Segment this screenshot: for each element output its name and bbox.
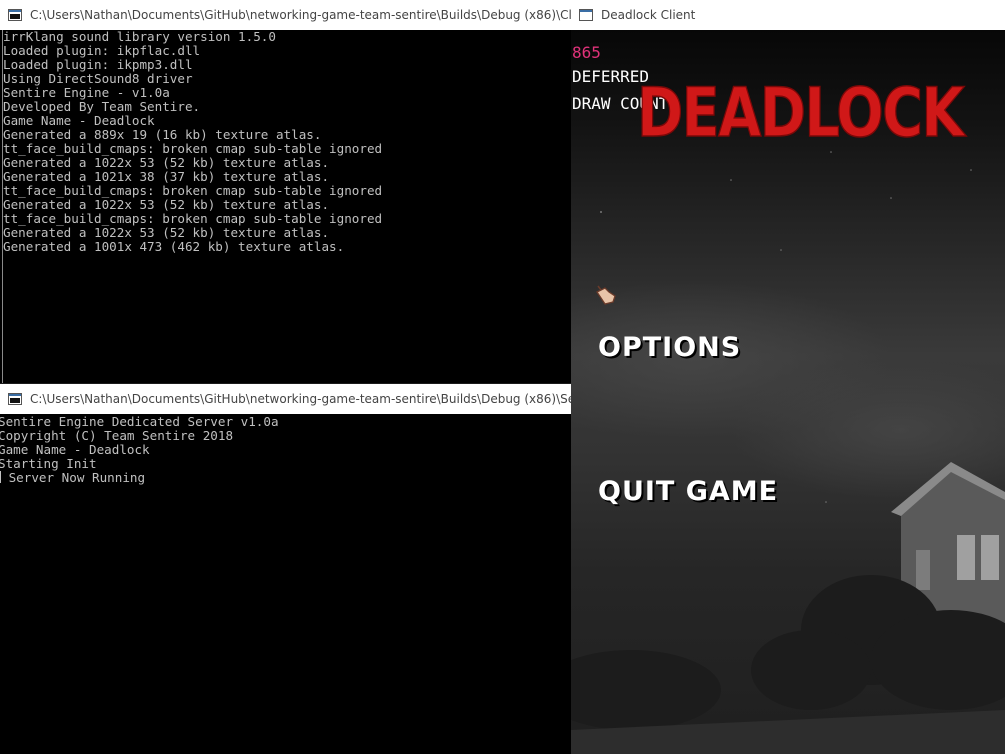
console-line-text: Server Now Running: [1, 470, 146, 485]
server-console-window[interactable]: C:\Users\Nathan\Documents\GitHub\network…: [0, 384, 571, 754]
client-window-title: C:\Users\Nathan\Documents\GitHub\network…: [30, 8, 571, 22]
console-line: Generated a 889x 19 (16 kb) texture atla…: [3, 127, 322, 142]
console-line: Generated a 1022x 53 (52 kb) texture atl…: [3, 197, 330, 212]
console-line: Game Name - Deadlock: [3, 113, 155, 128]
console-app-icon: [8, 393, 22, 405]
console-line: Sentire Engine Dedicated Server v1.0a: [0, 415, 279, 429]
game-titlebar[interactable]: Deadlock Client: [571, 0, 1005, 30]
console-line: Generated a 1021x 38 (37 kb) texture atl…: [3, 169, 330, 184]
server-titlebar[interactable]: C:\Users\Nathan\Documents\GitHub\network…: [0, 384, 571, 414]
console-line: Generated a 1022x 53 (52 kb) texture atl…: [3, 225, 330, 240]
console-line: tt_face_build_cmaps: broken cmap sub-tab…: [3, 183, 383, 198]
fps-counter: 865: [572, 43, 601, 62]
quit-game-button[interactable]: QUIT GAME: [598, 476, 778, 507]
game-scene[interactable]: 865 DEFERRED DRAW COUNT: 8 DEADLOCK OPTI…: [571, 30, 1005, 754]
console-line: Generated a 1001x 473 (462 kb) texture a…: [3, 239, 345, 254]
console-line: Starting Init: [0, 456, 97, 471]
server-console-output: Sentire Engine Dedicated Server v1.0a Cop…: [0, 415, 571, 754]
console-line: Server Now Running: [0, 471, 571, 485]
console-line: Sentire Engine - v1.0a: [3, 85, 170, 100]
client-console-window[interactable]: C:\Users\Nathan\Documents\GitHub\network…: [0, 0, 572, 383]
console-line: Developed By Team Sentire.: [3, 99, 201, 114]
game-window[interactable]: Deadlock Client 865 DEFERRED DRAW COUNT:…: [571, 0, 1005, 754]
console-line: Loaded plugin: ikpmp3.dll: [3, 57, 193, 72]
app-window-icon: [579, 9, 593, 21]
console-line: Generated a 1022x 53 (52 kb) texture atl…: [3, 155, 330, 170]
console-line: Copyright (C) Team Sentire 2018: [0, 428, 234, 443]
console-line: Loaded plugin: ikpflac.dll: [3, 43, 201, 58]
client-console-output: irrKlang sound library version 1.5.0 Load…: [2, 30, 571, 383]
svg-text:DEADLOCK: DEADLOCK: [637, 74, 967, 150]
hand-pointer-icon: [596, 285, 616, 305]
server-window-title: C:\Users\Nathan\Documents\GitHub\network…: [30, 392, 571, 406]
deadlock-logo: DEADLOCK: [636, 73, 969, 150]
console-line: Game Name - Deadlock: [0, 442, 150, 457]
client-titlebar[interactable]: C:\Users\Nathan\Documents\GitHub\network…: [0, 0, 571, 30]
console-line: irrKlang sound library version 1.5.0: [3, 30, 276, 44]
game-window-title: Deadlock Client: [601, 8, 696, 22]
console-line: tt_face_build_cmaps: broken cmap sub-tab…: [3, 141, 383, 156]
console-app-icon: [8, 9, 22, 21]
options-button[interactable]: OPTIONS: [598, 332, 741, 363]
console-line: tt_face_build_cmaps: broken cmap sub-tab…: [3, 211, 383, 226]
console-line: Using DirectSound8 driver: [3, 71, 193, 86]
